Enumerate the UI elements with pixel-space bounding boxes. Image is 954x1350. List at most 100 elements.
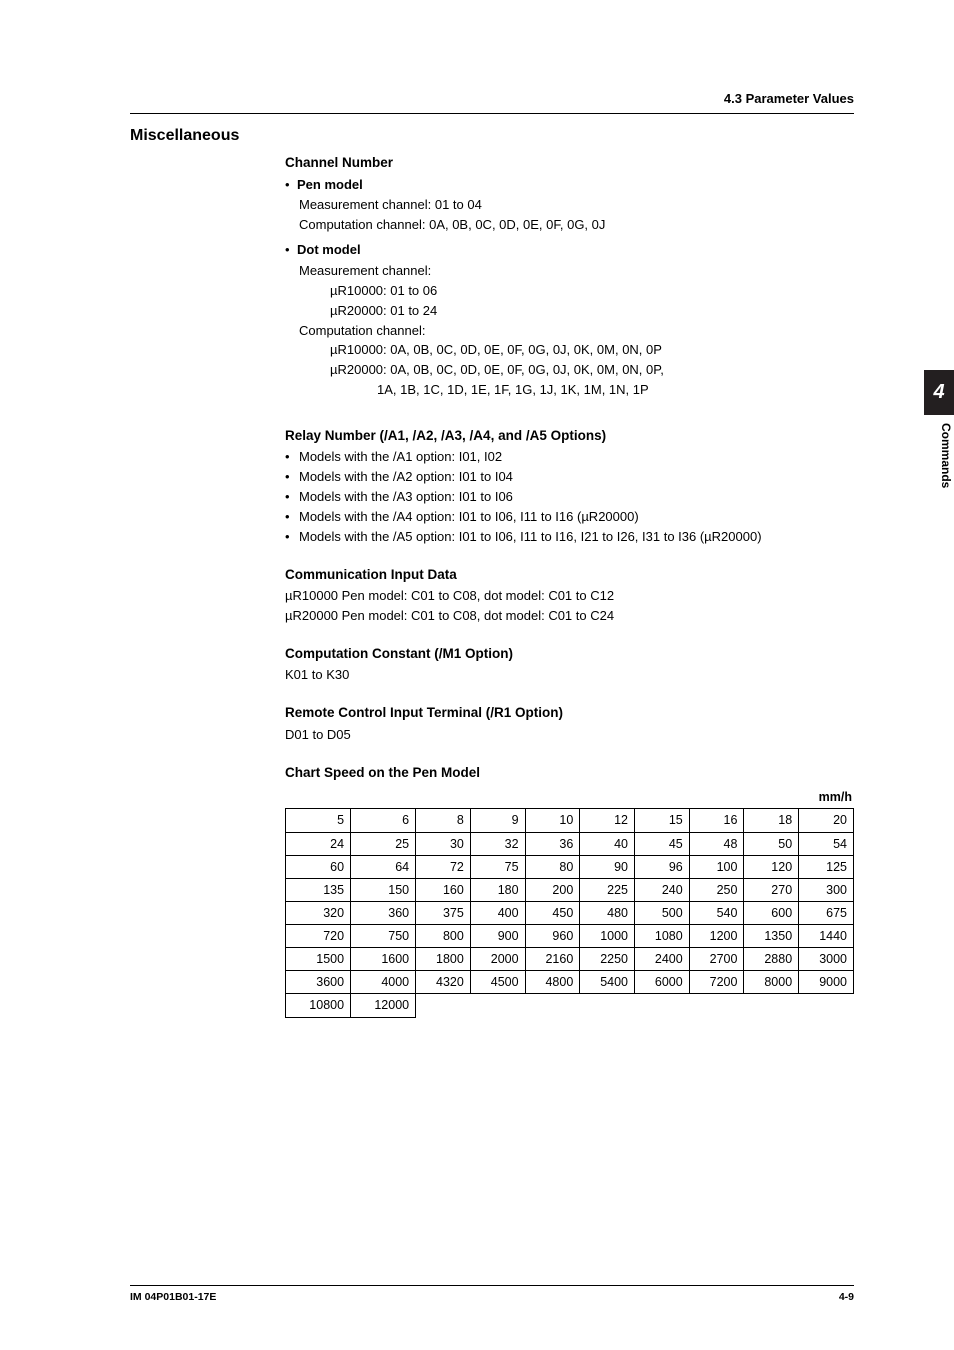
table-cell: 64 (351, 855, 416, 878)
table-row: 1500160018002000216022502400270028803000 (286, 948, 854, 971)
footer-left: IM 04P01B01-17E (130, 1290, 216, 1305)
table-cell: 400 (470, 901, 525, 924)
table-cell: 32 (470, 832, 525, 855)
table-row: 5689101215161820 (286, 809, 854, 832)
table-cell: 9000 (799, 971, 854, 994)
table-row: 1080012000 (286, 994, 854, 1017)
table-cell: 4800 (525, 971, 580, 994)
relay-item-text: Models with the /A1 option: I01, I02 (299, 449, 502, 464)
table-cell (416, 994, 471, 1017)
dot-comp1: µR10000: 0A, 0B, 0C, 0D, 0E, 0F, 0G, 0J,… (330, 341, 854, 360)
table-cell: 360 (351, 901, 416, 924)
chapter-number: 4 (924, 370, 954, 415)
table-cell: 1350 (744, 925, 799, 948)
table-cell: 9 (470, 809, 525, 832)
dot-meas1: µR10000: 01 to 06 (330, 282, 854, 301)
table-cell: 720 (286, 925, 351, 948)
table-cell: 250 (689, 878, 744, 901)
table-cell: 15 (635, 809, 690, 832)
relay-item: •Models with the /A2 option: I01 to I04 (285, 468, 854, 487)
running-header: 4.3 Parameter Values (130, 90, 854, 109)
table-cell (689, 994, 744, 1017)
table-cell: 960 (525, 925, 580, 948)
table-cell (470, 994, 525, 1017)
table-cell: 6 (351, 809, 416, 832)
table-cell: 750 (351, 925, 416, 948)
table-cell: 2700 (689, 948, 744, 971)
relay-head: Relay Number (/A1, /A2, /A3, /A4, and /A… (285, 426, 854, 446)
table-cell: 225 (580, 878, 635, 901)
table-cell: 72 (416, 855, 471, 878)
comm-head: Communication Input Data (285, 565, 854, 585)
table-cell: 4000 (351, 971, 416, 994)
table-row: 60647275809096100120125 (286, 855, 854, 878)
table-cell: 50 (744, 832, 799, 855)
comm-l2: µR20000 Pen model: C01 to C08, dot model… (285, 607, 854, 626)
table-cell: 2160 (525, 948, 580, 971)
dot-model-bullet: •Dot model (285, 241, 854, 260)
table-cell: 12000 (351, 994, 416, 1017)
table-cell: 900 (470, 925, 525, 948)
chart-head: Chart Speed on the Pen Model (285, 763, 854, 783)
relay-item-text: Models with the /A4 option: I01 to I06, … (299, 509, 639, 524)
table-cell: 1200 (689, 925, 744, 948)
table-cell (799, 994, 854, 1017)
const-head: Computation Constant (/M1 Option) (285, 644, 854, 664)
table-cell: 600 (744, 901, 799, 924)
comm-l1: µR10000 Pen model: C01 to C08, dot model… (285, 587, 854, 606)
table-cell: 4500 (470, 971, 525, 994)
dot-meas-head: Measurement channel: (299, 262, 854, 281)
footer: IM 04P01B01-17E 4-9 (130, 1285, 854, 1305)
table-cell: 125 (799, 855, 854, 878)
table-cell: 100 (689, 855, 744, 878)
table-cell: 300 (799, 878, 854, 901)
table-cell: 540 (689, 901, 744, 924)
pen-meas: Measurement channel: 01 to 04 (299, 196, 854, 215)
chart-speed-table: 5689101215161820242530323640454850546064… (285, 808, 854, 1017)
table-cell: 450 (525, 901, 580, 924)
table-row: 135150160180200225240250270300 (286, 878, 854, 901)
table-cell: 75 (470, 855, 525, 878)
remote-head: Remote Control Input Terminal (/R1 Optio… (285, 703, 854, 723)
table-cell: 375 (416, 901, 471, 924)
table-cell (525, 994, 580, 1017)
relay-item: •Models with the /A4 option: I01 to I06,… (285, 508, 854, 527)
table-cell: 20 (799, 809, 854, 832)
table-cell: 25 (351, 832, 416, 855)
table-cell: 1440 (799, 925, 854, 948)
table-cell: 800 (416, 925, 471, 948)
content: Channel Number •Pen model Measurement ch… (285, 153, 854, 1018)
table-cell: 500 (635, 901, 690, 924)
table-cell: 320 (286, 901, 351, 924)
table-cell: 2250 (580, 948, 635, 971)
table-cell: 3600 (286, 971, 351, 994)
chart-unit: mm/h (285, 788, 854, 806)
table-cell: 8 (416, 809, 471, 832)
table-cell: 240 (635, 878, 690, 901)
table-cell: 45 (635, 832, 690, 855)
relay-item: •Models with the /A1 option: I01, I02 (285, 448, 854, 467)
const-body: K01 to K30 (285, 666, 854, 685)
header-rule (130, 113, 854, 114)
relay-list: •Models with the /A1 option: I01, I02 •M… (285, 448, 854, 546)
table-cell: 5 (286, 809, 351, 832)
table-cell (580, 994, 635, 1017)
table-cell: 120 (744, 855, 799, 878)
table-cell: 10 (525, 809, 580, 832)
relay-item-text: Models with the /A3 option: I01 to I06 (299, 489, 513, 504)
page: 4.3 Parameter Values Miscellaneous Chann… (0, 0, 954, 1350)
table-cell: 30 (416, 832, 471, 855)
section-title: Miscellaneous (130, 124, 854, 147)
table-cell: 10800 (286, 994, 351, 1017)
table-cell: 180 (470, 878, 525, 901)
table-cell (635, 994, 690, 1017)
table-cell: 1080 (635, 925, 690, 948)
table-cell: 200 (525, 878, 580, 901)
table-cell: 160 (416, 878, 471, 901)
table-cell: 36 (525, 832, 580, 855)
table-cell: 2000 (470, 948, 525, 971)
table-cell: 60 (286, 855, 351, 878)
channel-number-head: Channel Number (285, 153, 854, 173)
table-row: 72075080090096010001080120013501440 (286, 925, 854, 948)
table-cell: 150 (351, 878, 416, 901)
